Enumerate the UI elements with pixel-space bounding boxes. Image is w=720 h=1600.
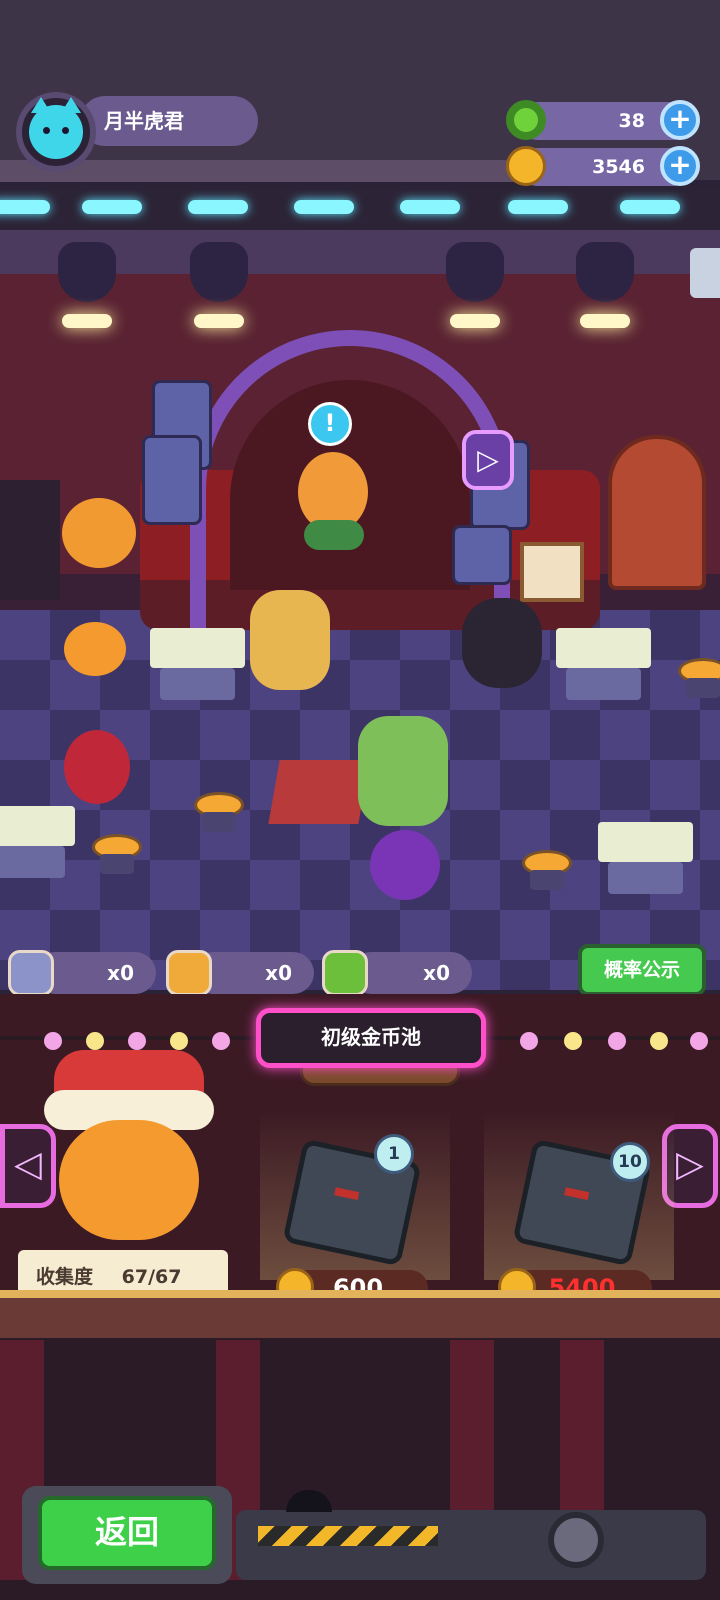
green-donut-icon — [506, 100, 546, 140]
dining-table[interactable] — [598, 822, 693, 894]
blue-bottle-cap-icon — [8, 950, 54, 996]
back-button[interactable]: 返回 — [38, 1496, 216, 1570]
orange-character[interactable] — [62, 498, 136, 568]
player-name: 月半虎君 — [80, 96, 258, 146]
rose-table[interactable] — [268, 760, 370, 824]
cat-avatar-icon — [29, 97, 83, 159]
item-count: x0 — [350, 952, 472, 994]
add-coins-button[interactable]: + — [660, 146, 700, 186]
restaurant-scene: ▷ ! — [0, 230, 720, 990]
green-king-character[interactable] — [358, 716, 448, 826]
menu-board-icon — [520, 542, 584, 602]
pool-title: 初级金币池 — [256, 1008, 486, 1068]
red-octopus-character[interactable] — [64, 730, 130, 804]
dining-table[interactable] — [556, 628, 651, 700]
player-avatar[interactable] — [16, 92, 96, 172]
probability-button[interactable]: 概率公示 — [578, 944, 706, 996]
stage-light — [0, 200, 50, 214]
collection-value: 67/67 — [121, 1266, 182, 1288]
stage-light — [82, 200, 142, 214]
display-shelf — [0, 1290, 720, 1344]
jukebox-icon[interactable] — [608, 435, 706, 590]
stool — [194, 792, 244, 832]
stage-light — [620, 200, 680, 214]
stage-arrow-icon[interactable]: ▷ — [462, 430, 514, 490]
drum-stool — [304, 520, 364, 550]
spotlight-icon — [58, 242, 116, 302]
hazard-stripe — [258, 1526, 438, 1546]
green-bottle-cap-icon — [322, 950, 368, 996]
dining-table[interactable] — [150, 628, 245, 700]
gold-coin-icon — [506, 146, 546, 186]
top-strip — [0, 160, 560, 182]
stool — [678, 658, 720, 698]
draw-qty-badge: 1 — [374, 1134, 414, 1174]
collection-label: 收集度 — [36, 1266, 94, 1288]
dining-table[interactable] — [0, 806, 75, 878]
spotlight-icon — [190, 242, 248, 302]
king-mascot — [44, 1050, 214, 1250]
gold-bottle-cap-icon — [166, 950, 212, 996]
stage-light — [188, 200, 248, 214]
gear-icon — [548, 1512, 604, 1568]
spotlight-icon — [576, 242, 634, 302]
speaker-icon — [142, 435, 202, 525]
purple-octopus-character[interactable] — [370, 830, 440, 900]
curly-hair-character[interactable] — [462, 598, 542, 688]
spotlight-icon — [446, 242, 504, 302]
stage-light — [294, 200, 354, 214]
draw-qty-badge: 10 — [610, 1142, 650, 1182]
speaker-icon — [452, 525, 512, 585]
back-button-frame: 返回 — [22, 1486, 232, 1584]
piano-icon — [0, 480, 60, 600]
stage-light — [400, 200, 460, 214]
crowned-orange-blob[interactable] — [64, 622, 126, 676]
stage-light — [508, 200, 568, 214]
add-gems-button[interactable]: + — [660, 100, 700, 140]
stool — [522, 850, 572, 890]
pirate-character[interactable] — [250, 590, 330, 690]
stool — [92, 834, 142, 874]
side-tab[interactable] — [690, 248, 720, 298]
alert-bubble-icon[interactable]: ! — [308, 402, 352, 446]
